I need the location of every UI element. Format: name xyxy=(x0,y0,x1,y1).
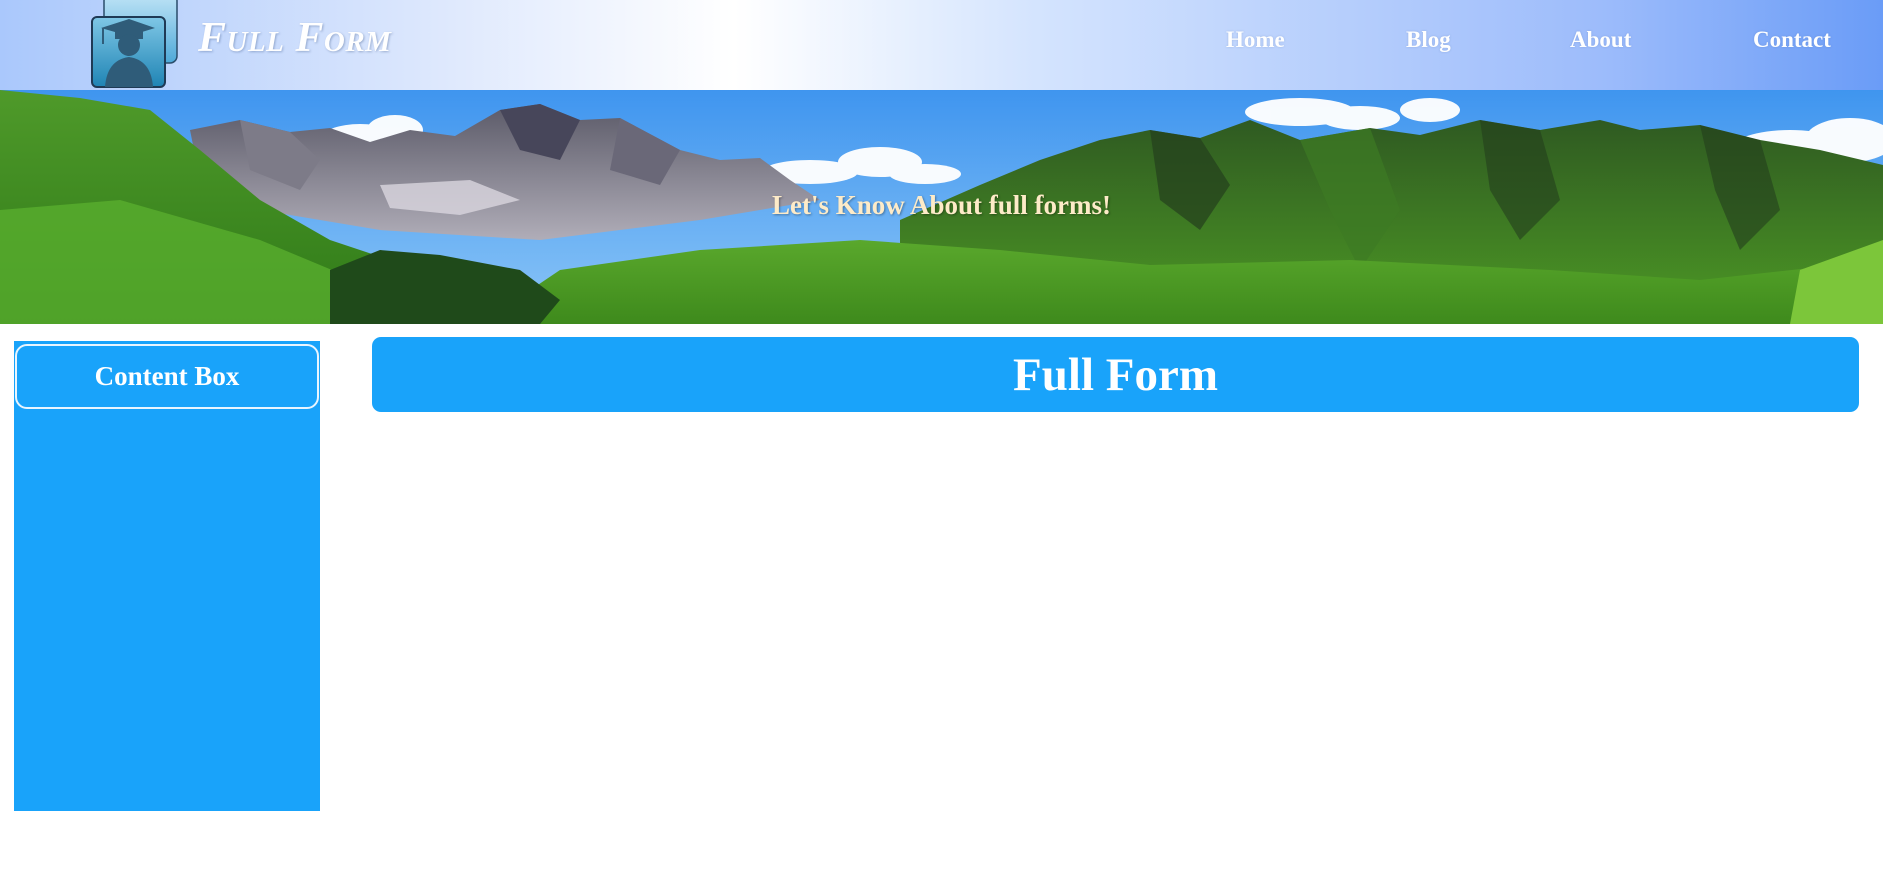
hero-banner: Let's Know About full forms! xyxy=(0,90,1883,324)
page-title: Full Form xyxy=(372,337,1859,412)
nav-blog[interactable]: Blog xyxy=(1406,27,1451,53)
nav-home[interactable]: Home xyxy=(1226,27,1285,53)
main-nav: Home Blog About Contact xyxy=(0,27,1883,63)
top-header: Full Form Home Blog About Contact xyxy=(0,0,1883,90)
nav-about[interactable]: About xyxy=(1570,27,1631,53)
content-box-title: Content Box xyxy=(15,344,319,409)
hero-tagline: Let's Know About full forms! xyxy=(771,190,1112,220)
nav-contact[interactable]: Contact xyxy=(1753,27,1831,53)
content-box-sidebar: Content Box xyxy=(14,341,320,811)
